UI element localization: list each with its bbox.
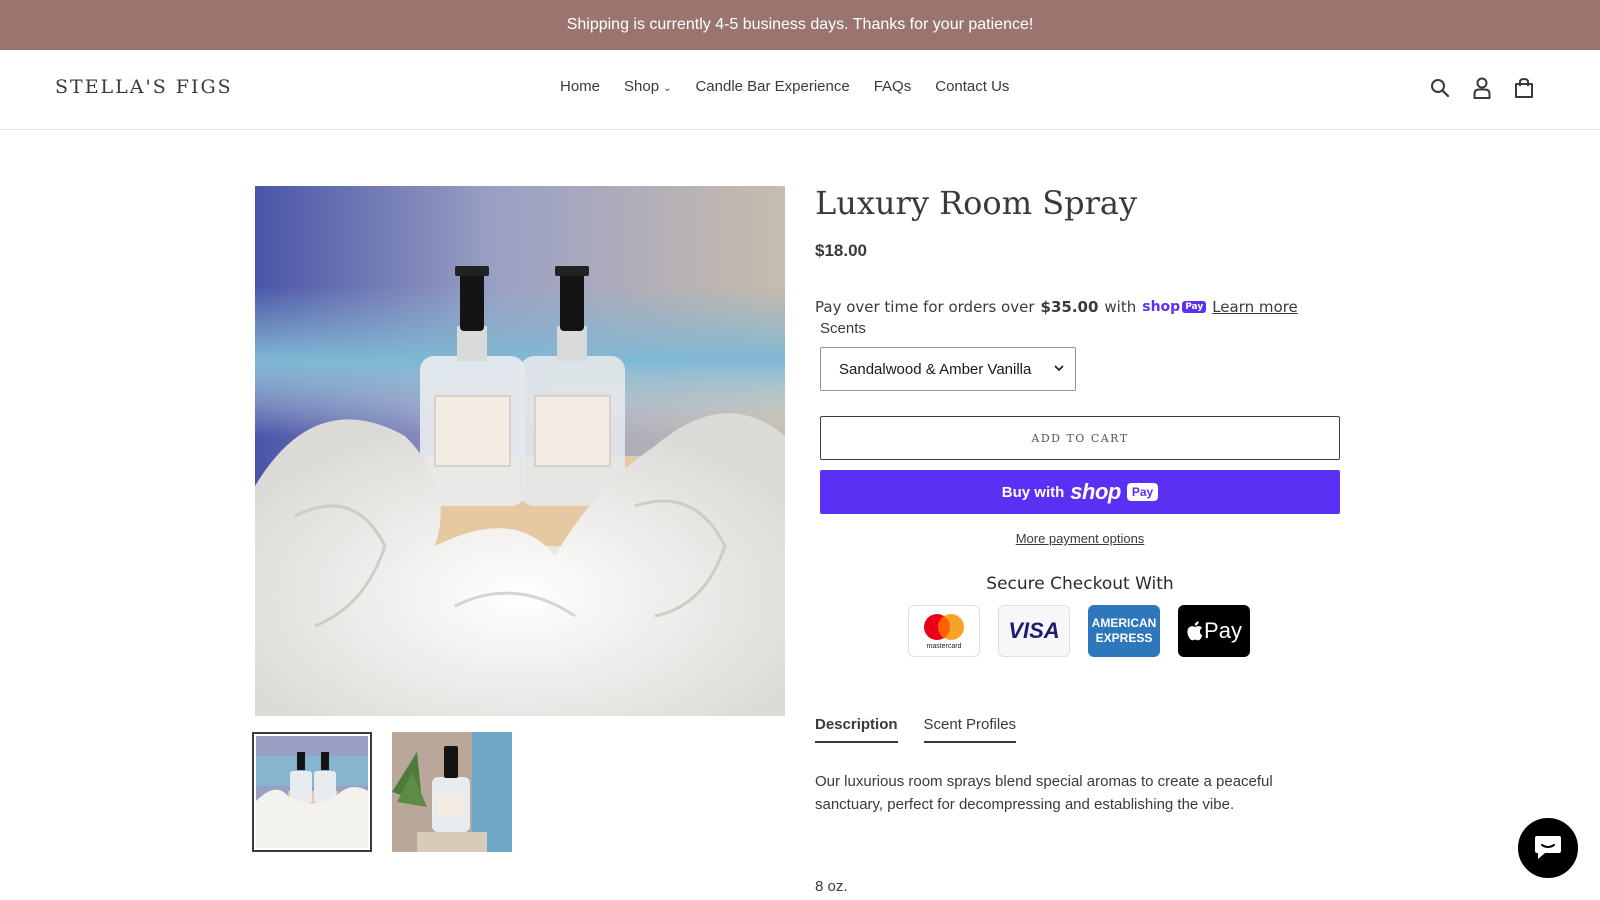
main-nav: Home Shop ⌄ Candle Bar Experience FAQs Co… [560, 78, 1009, 95]
header-icons [1428, 76, 1536, 100]
tab-description[interactable]: Description [815, 716, 898, 743]
apple-pay-icon: Pay [1178, 605, 1250, 657]
installments-banner: Pay over time for orders over $35.00 wit… [815, 298, 1298, 316]
apple-pay-text: Pay [1204, 618, 1242, 643]
visa-icon: VISA [998, 605, 1070, 657]
buy-with-label: Buy with [1001, 483, 1065, 501]
nav-candle-bar[interactable]: Candle Bar Experience [695, 78, 849, 95]
product-thumbnail-1[interactable] [252, 732, 372, 852]
learn-more-link[interactable]: Learn more [1212, 298, 1298, 316]
chat-bubble-icon [1535, 836, 1561, 859]
account-icon[interactable] [1470, 76, 1494, 100]
shop-pay-logo-shop: shop [1142, 299, 1181, 315]
nav-faqs[interactable]: FAQs [874, 78, 912, 95]
product-tabs: Description Scent Profiles [815, 716, 1017, 743]
amex-line-1: AMERICAN [1091, 616, 1157, 630]
scent-select[interactable]: Sandalwood & Amber Vanilla [820, 347, 1076, 391]
tab-scent-profiles[interactable]: Scent Profiles [923, 716, 1017, 743]
chevron-down-icon [1053, 361, 1065, 378]
chevron-down-icon: ⌄ [663, 83, 672, 94]
buy-with-shop-pay-button[interactable]: Buy with shop Pay [820, 470, 1340, 514]
shop-pay-wordmark: shop [1070, 479, 1121, 504]
nav-shop-label: Shop [624, 78, 660, 95]
installments-with: with [1104, 298, 1137, 316]
payment-cards: mastercard VISA AMERICAN EXPRESS Pay [908, 605, 1250, 657]
announcement-bar: Shipping is currently 4-5 business days.… [0, 0, 1600, 50]
shop-pay-badge: Pay [1126, 483, 1159, 501]
nav-home[interactable]: Home [560, 78, 600, 95]
announcement-text: Shipping is currently 4-5 business days.… [566, 16, 1034, 33]
more-payment-options-link[interactable]: More payment options [820, 531, 1340, 546]
amex-icon: AMERICAN EXPRESS [1088, 605, 1160, 657]
apple-logo-icon [1187, 621, 1203, 641]
site-header: STELLA'S FIGS Home Shop ⌄ Candle Bar Expe… [0, 50, 1600, 130]
store-logo[interactable]: STELLA'S FIGS [55, 76, 233, 98]
product-thumbnail-2[interactable] [392, 732, 512, 852]
installments-text: Pay over time for orders over [815, 298, 1035, 316]
shop-pay-logo-pay: Pay [1182, 301, 1207, 313]
chat-button[interactable] [1518, 818, 1578, 878]
product-title: Luxury Room Spray [815, 184, 1138, 222]
scents-label: Scents [820, 320, 866, 337]
nav-shop[interactable]: Shop ⌄ [624, 78, 671, 95]
amex-line-2: EXPRESS [1095, 631, 1153, 645]
cart-icon[interactable] [1512, 76, 1536, 100]
scent-select-value: Sandalwood & Amber Vanilla [839, 360, 1032, 378]
mastercard-text: mastercard [926, 642, 962, 650]
nav-contact[interactable]: Contact Us [935, 78, 1009, 95]
product-main-image[interactable] [255, 186, 785, 716]
product-size: 8 oz. [815, 878, 848, 895]
product-description: Our luxurious room sprays blend special … [815, 773, 1273, 813]
search-icon[interactable] [1428, 76, 1452, 100]
installments-amount: $35.00 [1040, 298, 1099, 316]
shop-pay-logo: shop Pay [1142, 299, 1207, 315]
secure-checkout-title: Secure Checkout With [986, 574, 1174, 594]
mastercard-icon: mastercard [908, 605, 980, 657]
product-price: $18.00 [815, 241, 867, 260]
add-to-cart-button[interactable]: ADD TO CART [820, 416, 1340, 460]
visa-text: VISA [1008, 618, 1060, 643]
